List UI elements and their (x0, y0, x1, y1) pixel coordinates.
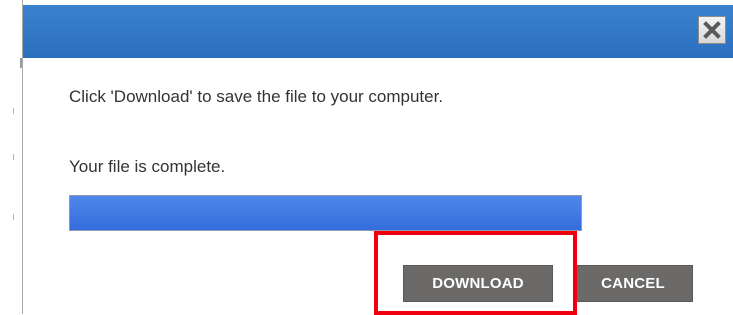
dialog-message: Click 'Download' to save the file to you… (69, 87, 444, 106)
cancel-button[interactable]: CANCEL (573, 265, 693, 302)
page-edge-dot (13, 108, 14, 114)
download-highlight-box (374, 231, 577, 315)
page-edge-dot (13, 154, 14, 160)
progress-bar-fill (70, 196, 581, 230)
page-edge-mark (20, 58, 22, 68)
dialog-titlebar (23, 5, 733, 58)
close-button[interactable] (698, 16, 726, 44)
page-edge-dot (13, 214, 14, 220)
progress-bar (69, 195, 582, 231)
background-page-edge (0, 0, 23, 314)
file-status-text: Your file is complete. (69, 157, 226, 176)
close-x-icon (703, 21, 721, 39)
